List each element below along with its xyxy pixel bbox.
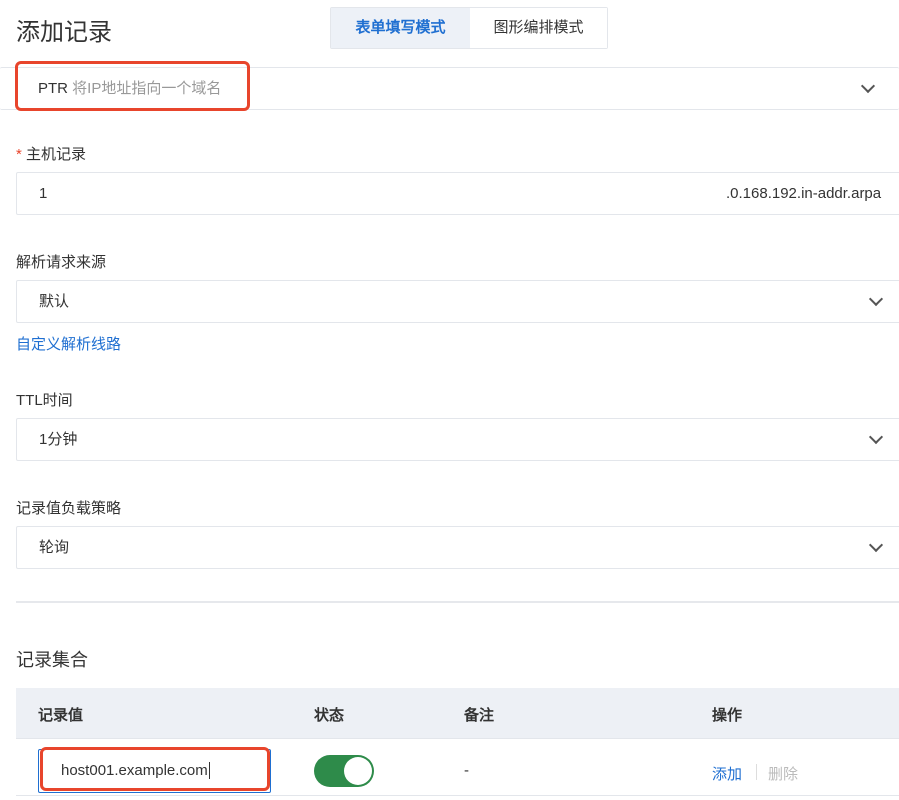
chevron-down-icon bbox=[868, 537, 884, 553]
tab-form-mode[interactable]: 表单填写模式 bbox=[331, 8, 470, 48]
tab-graphic-mode[interactable]: 图形编排模式 bbox=[470, 8, 607, 48]
policy-label: 记录值负载策略 bbox=[16, 500, 122, 517]
highlight-box bbox=[15, 61, 250, 111]
records-title: 记录集合 bbox=[16, 650, 88, 670]
policy-select[interactable]: 轮询 bbox=[16, 526, 899, 569]
ttl-label: TTL时间 bbox=[16, 392, 73, 409]
custom-line-link[interactable]: 自定义解析线路 bbox=[16, 333, 121, 354]
chevron-down-icon bbox=[868, 291, 884, 307]
source-label: 解析请求来源 bbox=[16, 254, 107, 271]
ttl-value: 1分钟 bbox=[39, 431, 78, 448]
host-label: 主机记录 bbox=[26, 146, 87, 163]
page-title: 添加记录 bbox=[16, 19, 112, 46]
mode-switch: 表单填写模式 图形编排模式 bbox=[330, 7, 608, 49]
col-actions: 操作 bbox=[712, 707, 743, 724]
host-suffix: .0.168.192.in-addr.arpa bbox=[726, 185, 882, 202]
add-button[interactable]: 添加 bbox=[712, 763, 742, 784]
toggle-knob bbox=[344, 757, 372, 785]
delete-button[interactable]: 删除 bbox=[768, 763, 798, 784]
highlight-box bbox=[40, 747, 270, 791]
divider bbox=[16, 601, 899, 603]
host-input[interactable]: 1 .0.168.192.in-addr.arpa bbox=[16, 172, 899, 215]
table-header: 记录值 状态 备注 操作 bbox=[16, 688, 899, 739]
source-value: 默认 bbox=[39, 293, 70, 310]
source-select[interactable]: 默认 bbox=[16, 280, 899, 323]
policy-value: 轮询 bbox=[39, 539, 70, 556]
chevron-down-icon bbox=[860, 78, 876, 94]
row-divider bbox=[16, 795, 899, 796]
separator bbox=[756, 764, 757, 780]
chevron-down-icon bbox=[868, 429, 884, 445]
ttl-select[interactable]: 1分钟 bbox=[16, 418, 899, 461]
note-value: - bbox=[464, 762, 469, 779]
col-status: 状态 bbox=[314, 707, 345, 724]
required-mark: * bbox=[16, 146, 22, 163]
host-value: 1 bbox=[39, 185, 48, 202]
col-value: 记录值 bbox=[38, 707, 84, 724]
col-note: 备注 bbox=[464, 707, 495, 724]
status-toggle[interactable] bbox=[314, 755, 374, 787]
